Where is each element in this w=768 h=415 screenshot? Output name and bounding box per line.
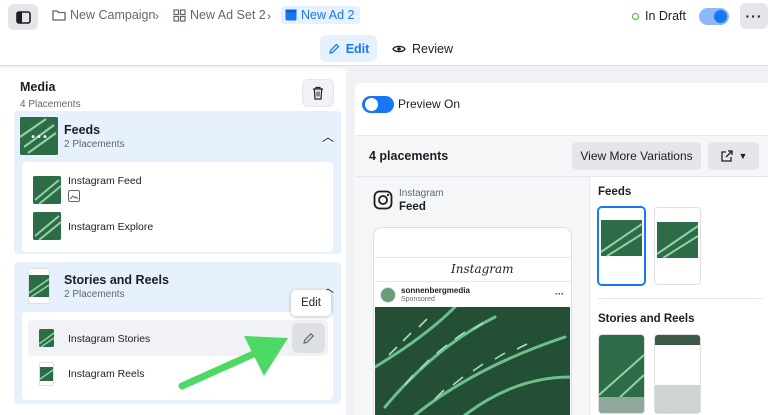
- item-label: Instagram Feed: [68, 175, 142, 187]
- instagram-stories-thumbnail: [39, 329, 54, 347]
- ad-image: [375, 307, 570, 415]
- tab-label: Review: [412, 41, 453, 56]
- media-title: Media: [20, 80, 56, 94]
- platform-label: Instagram: [399, 188, 444, 199]
- preview-toggle-label: Preview On: [398, 97, 461, 111]
- tab-review[interactable]: Review: [392, 35, 453, 62]
- annotation-arrow-icon: [178, 336, 288, 390]
- tooltip-label: Edit: [301, 297, 321, 309]
- list-item-instagram-explore[interactable]: Instagram Explore: [28, 210, 328, 244]
- tab-label: Edit: [345, 41, 370, 56]
- stories-thumbnail: [28, 268, 50, 304]
- edit-tooltip: Edit: [291, 290, 331, 316]
- button-label: View More Variations: [580, 149, 693, 163]
- sidebar-icon: [15, 10, 31, 24]
- placement-label: Feed: [399, 201, 426, 213]
- group-placement-count: 2 Placements: [64, 289, 125, 300]
- delete-media-button[interactable]: [302, 79, 334, 107]
- feeds-thumbnail: •••: [20, 117, 58, 155]
- draft-status: In Draft: [632, 9, 686, 23]
- caret-down-icon: ▼: [738, 151, 748, 161]
- avatar: [380, 287, 396, 303]
- group-placement-count: 2 Placements: [64, 139, 125, 150]
- account-name: sonnenbergmedia: [401, 286, 470, 295]
- status-label: In Draft: [645, 9, 686, 23]
- external-link-icon: [720, 149, 733, 162]
- edit-placement-button[interactable]: [292, 323, 325, 353]
- chevron-right-icon: ›: [155, 9, 159, 23]
- list-item-instagram-feed[interactable]: Instagram Feed: [28, 168, 328, 208]
- item-label: Instagram Reels: [68, 368, 145, 380]
- instagram-explore-thumbnail: [33, 212, 61, 240]
- media-placement-count: 4 Placements: [20, 99, 81, 110]
- group-title: Feeds: [64, 123, 101, 137]
- grid-icon: [173, 8, 186, 22]
- item-label: Instagram Explore: [68, 221, 154, 233]
- mode-bar: [0, 32, 768, 66]
- status-dot-icon: [632, 12, 639, 20]
- image-icon: [68, 190, 80, 202]
- breadcrumb-label: New Campaign: [70, 8, 156, 22]
- folder-icon: [52, 10, 66, 21]
- instagram-wordmark: Instagram: [451, 262, 514, 276]
- preview-toggle[interactable]: [362, 96, 394, 113]
- trash-icon: [313, 86, 323, 100]
- instagram-icon: [373, 190, 393, 210]
- section-title-feeds: Feeds: [598, 186, 632, 198]
- view-more-variations-button[interactable]: View More Variations: [572, 142, 701, 170]
- instagram-reels-thumbnail: [39, 362, 54, 386]
- thumbnail-instagram-reels[interactable]: [655, 335, 700, 413]
- thumbnail-instagram-explore[interactable]: [655, 208, 700, 284]
- sponsored-label: Sponsored: [401, 296, 435, 303]
- chevron-right-icon: ›: [267, 9, 271, 23]
- ellipsis-icon: ···: [745, 8, 763, 24]
- thumbnail-instagram-stories[interactable]: [599, 335, 644, 413]
- ad-icon: [285, 9, 297, 21]
- open-preview-button[interactable]: ▼: [708, 142, 759, 170]
- breadcrumb-campaign[interactable]: New Campaign: [52, 8, 155, 22]
- more-options-button[interactable]: ···: [740, 3, 768, 29]
- group-title: Stories and Reels: [64, 273, 169, 287]
- chevron-up-icon[interactable]: ︿: [322, 128, 334, 145]
- pencil-icon: [303, 332, 315, 344]
- breadcrumb-label: New Ad Set 2: [190, 8, 266, 22]
- publish-toggle[interactable]: [699, 8, 729, 25]
- eye-icon: [392, 45, 406, 52]
- placements-title: 4 placements: [369, 149, 449, 163]
- thumbnail-instagram-feed[interactable]: [599, 208, 644, 284]
- item-label: Instagram Stories: [68, 333, 151, 345]
- pencil-icon: [328, 43, 340, 54]
- breadcrumb-ad[interactable]: New Ad 2: [281, 6, 360, 24]
- svg-text:•••: •••: [30, 132, 48, 143]
- tab-edit[interactable]: Edit: [320, 35, 377, 62]
- sidebar-toggle-button[interactable]: [8, 4, 38, 30]
- breadcrumb-label: New Ad 2: [301, 8, 355, 22]
- breadcrumb-ad-set[interactable]: New Ad Set 2: [173, 8, 266, 22]
- post-options-icon[interactable]: ···: [555, 289, 564, 299]
- instagram-feed-thumbnail: [33, 176, 61, 204]
- section-title-stories-reels: Stories and Reels: [598, 313, 695, 325]
